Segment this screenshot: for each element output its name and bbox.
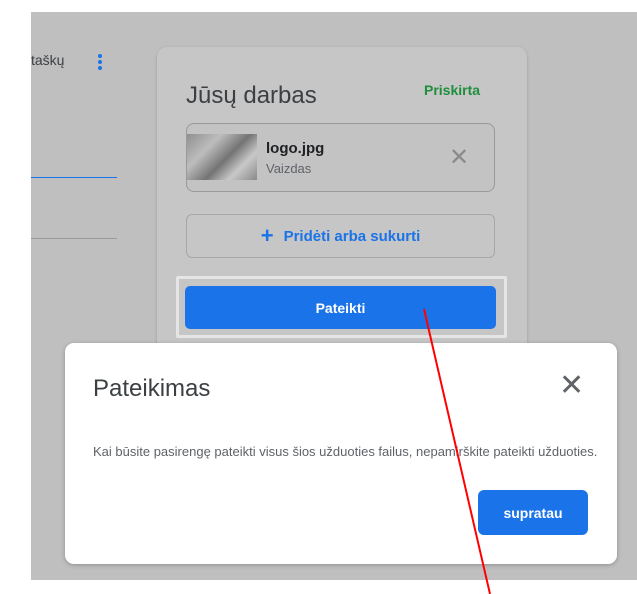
more-vert-icon[interactable] <box>96 54 104 74</box>
close-icon[interactable]: ✕ <box>559 371 584 401</box>
dialog-message: Kai būsite pasirengę pateikti visus šios… <box>93 444 598 459</box>
status-badge: Priskirta <box>424 82 481 98</box>
submit-button[interactable]: Pateikti <box>185 286 496 329</box>
submission-dialog: Pateikimas ✕ Kai būsite pasirengę pateik… <box>65 343 617 564</box>
attachment-file-name[interactable]: logo.jpg <box>266 140 324 157</box>
add-or-create-label: Pridėti arba sukurti <box>283 227 421 245</box>
close-icon[interactable]: ✕ <box>449 146 469 170</box>
add-or-create-button[interactable]: + Pridėti arba sukurti <box>186 214 495 258</box>
plus-icon: + <box>260 223 274 248</box>
attachment-chip[interactable]: logo.jpg Vaizdas ✕ <box>186 123 495 192</box>
work-card-title: Jūsų darbas <box>186 82 317 109</box>
attachment-file-type: Vaizdas <box>266 161 312 176</box>
understood-button[interactable]: supratau <box>478 490 588 535</box>
selected-tab-underline <box>31 177 117 178</box>
dialog-title: Pateikimas <box>93 375 211 402</box>
points-label: taškų <box>31 52 65 68</box>
image-thumbnail <box>187 134 257 180</box>
divider <box>31 238 117 239</box>
